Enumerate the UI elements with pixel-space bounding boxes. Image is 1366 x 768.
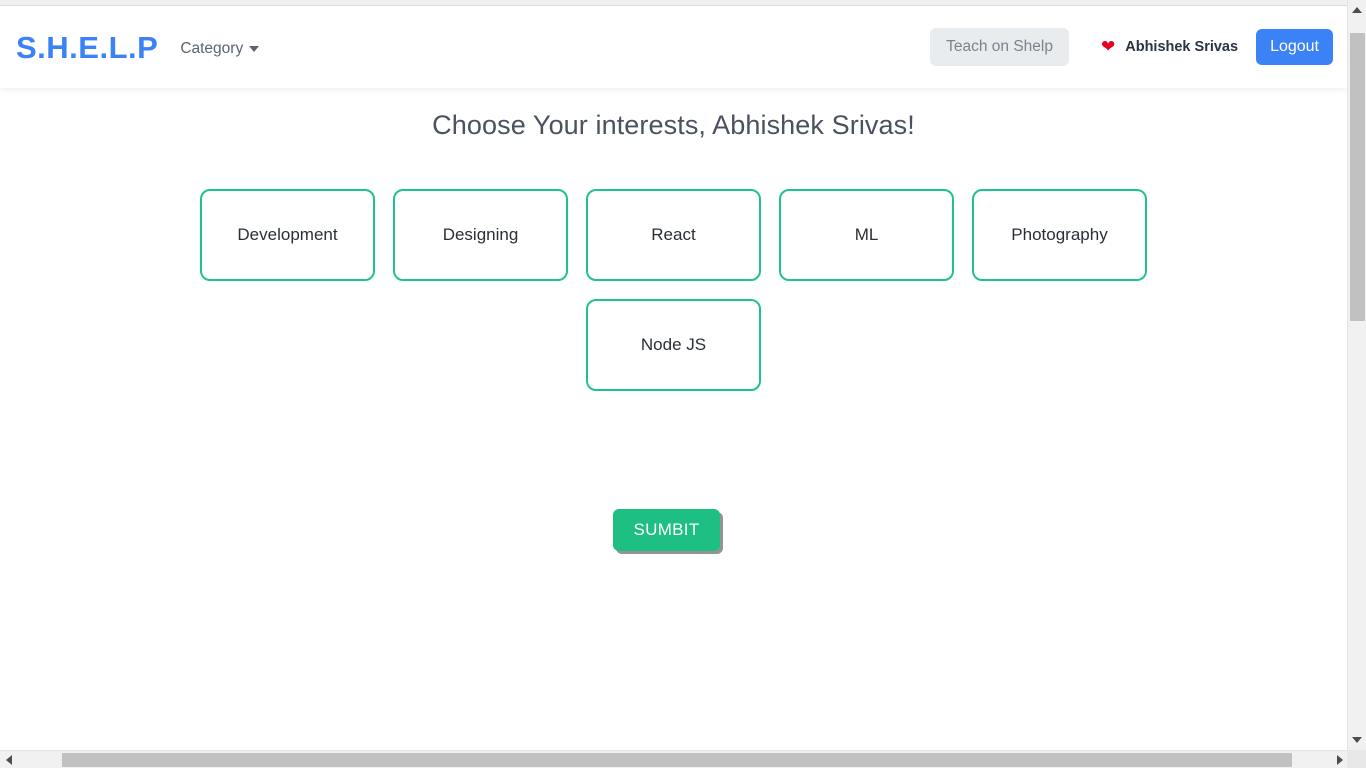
interest-card-label: Development bbox=[237, 225, 338, 244]
interest-card-grid: Development Designing React ML Photograp… bbox=[0, 189, 1347, 391]
interest-card-label: Node JS bbox=[640, 335, 707, 354]
submit-button-container: SUMBIT bbox=[0, 509, 1347, 551]
heart-icon: ❤ bbox=[1100, 37, 1116, 57]
vertical-scrollbar-thumb[interactable] bbox=[1350, 33, 1365, 321]
browser-viewport: S.H.E.L.P Category Teach on Shelp ❤ Abhi… bbox=[0, 0, 1366, 768]
logout-button[interactable]: Logout bbox=[1256, 29, 1333, 65]
scroll-left-arrow-icon[interactable] bbox=[6, 754, 12, 765]
interest-card-label: Photography bbox=[1011, 225, 1108, 244]
interest-card[interactable]: Designing bbox=[393, 189, 568, 281]
nav-item-category[interactable]: Category bbox=[180, 37, 260, 58]
submit-button[interactable]: SUMBIT bbox=[613, 509, 720, 551]
navbar: S.H.E.L.P Category Teach on Shelp ❤ Abhi… bbox=[0, 6, 1347, 88]
interest-card[interactable]: Photography bbox=[972, 189, 1147, 281]
interest-card-label: React bbox=[651, 225, 696, 244]
chevron-down-icon bbox=[249, 45, 260, 52]
scroll-up-arrow-icon[interactable] bbox=[1352, 7, 1362, 13]
interest-card-label: Designing bbox=[442, 225, 519, 244]
interest-card-label: ML bbox=[854, 225, 879, 244]
scroll-right-arrow-icon[interactable] bbox=[1337, 754, 1343, 765]
user-name-label: Abhishek Srivas bbox=[1125, 38, 1239, 55]
user-profile-block[interactable]: ❤ Abhishek Srivas bbox=[1101, 38, 1238, 55]
scrollbar-corner bbox=[1347, 750, 1366, 768]
brand-logo[interactable]: S.H.E.L.P bbox=[16, 32, 158, 63]
interest-card[interactable]: React bbox=[586, 189, 761, 281]
main-content: Choose Your interests, Abhishek Srivas! … bbox=[0, 88, 1347, 551]
page-title: Choose Your interests, Abhishek Srivas! bbox=[432, 110, 915, 140]
interest-card[interactable]: Node JS bbox=[586, 299, 761, 391]
teach-on-shelp-button[interactable]: Teach on Shelp bbox=[930, 28, 1069, 66]
interest-card[interactable]: ML bbox=[779, 189, 954, 281]
horizontal-scrollbar-thumb[interactable] bbox=[62, 753, 1292, 767]
nav-category-label: Category bbox=[180, 39, 244, 57]
page-canvas: S.H.E.L.P Category Teach on Shelp ❤ Abhi… bbox=[0, 6, 1347, 750]
vertical-scrollbar[interactable] bbox=[1347, 0, 1366, 750]
navbar-right-group: Teach on Shelp ❤ Abhishek Srivas Logout bbox=[930, 28, 1333, 66]
scroll-down-arrow-icon[interactable] bbox=[1352, 737, 1362, 743]
horizontal-scrollbar[interactable] bbox=[0, 750, 1366, 768]
interest-card[interactable]: Development bbox=[200, 189, 375, 281]
